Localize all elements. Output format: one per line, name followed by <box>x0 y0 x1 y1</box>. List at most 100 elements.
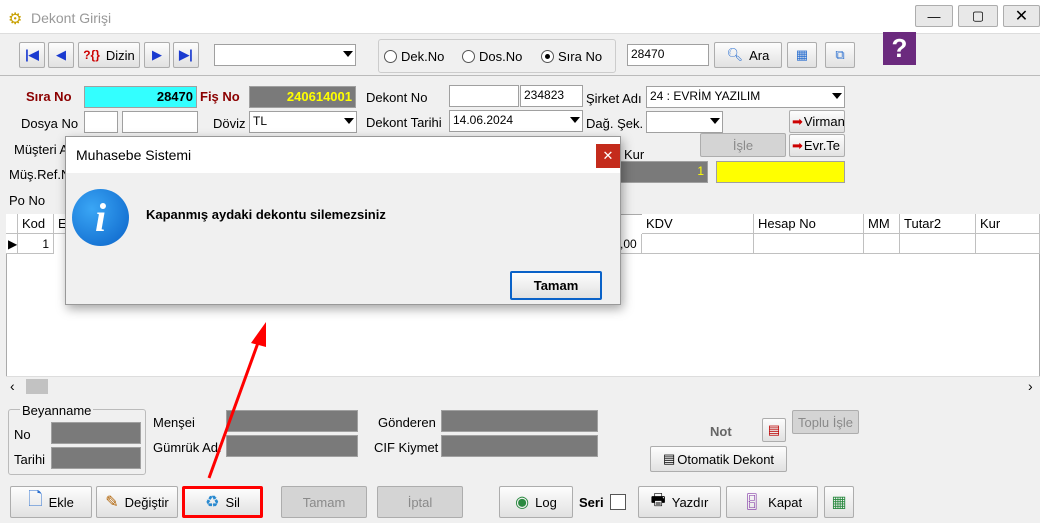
table-cell-kod[interactable]: 1 <box>18 234 54 254</box>
edit-icon: ✎ <box>105 494 119 511</box>
new-document-icon: 🗋 <box>28 489 43 509</box>
next-icon: ▶ <box>152 47 162 62</box>
beyanname-no-field[interactable] <box>51 422 141 444</box>
evr-button[interactable]: ➡ Evr.Te <box>789 134 845 157</box>
dekont-no-label: Dekont No <box>366 90 428 105</box>
kapat-button[interactable]: 🚪︎ Kapat <box>726 486 818 518</box>
scroll-left-icon[interactable]: ‹ <box>10 378 15 394</box>
seri-checkbox[interactable] <box>610 494 626 510</box>
ekle-button[interactable]: 🗋 Ekle <box>10 486 92 518</box>
isle-button[interactable]: İşle <box>700 133 786 157</box>
grid-header-kdv[interactable]: KDV <box>642 214 754 234</box>
close-window-button[interactable]: ✕ <box>1003 5 1040 27</box>
minimize-button[interactable]: — <box>915 5 953 27</box>
beyanname-tarihi-label: Tarihi <box>14 452 46 467</box>
table-cell-partial[interactable]: ,00 <box>620 234 642 254</box>
preview-button[interactable]: ▦ <box>787 42 817 68</box>
sirket-adi-label: Şirket Adı <box>586 91 642 106</box>
yazdir-button[interactable]: 🖶 Yazdır <box>638 486 721 518</box>
search-input[interactable]: 28470 <box>627 44 709 66</box>
otomatik-dekont-button[interactable]: ▤ Otomatik Dekont <box>650 446 787 472</box>
fis-no-label: Fiş No <box>200 89 240 104</box>
log-button[interactable]: ◉ Log <box>499 486 573 518</box>
beyanname-tarihi-field[interactable] <box>51 447 141 469</box>
horizontal-scrollbar[interactable]: ‹ › <box>6 376 1040 396</box>
dag-sek-label: Dağ. Şek. <box>586 116 644 131</box>
dizin-button[interactable]: ?{} Dizin <box>78 42 140 68</box>
radio-dosno[interactable]: Dos.No <box>462 49 522 64</box>
dialog-ok-button[interactable]: Tamam <box>510 271 602 300</box>
dag-sek-combo[interactable] <box>646 111 723 133</box>
radio-sirano[interactable]: Sıra No <box>541 49 602 64</box>
arrow-icon: ➡ <box>792 137 803 153</box>
iptal-button[interactable]: İptal <box>377 486 463 518</box>
door-icon: 🚪︎ <box>741 494 763 511</box>
prev-record-button[interactable]: ◀ <box>48 42 74 68</box>
mus-ref-label: Müş.Ref.N <box>9 167 71 182</box>
grid-header-hesap-no[interactable]: Hesap No <box>754 214 864 234</box>
info-icon: i <box>72 189 129 246</box>
printer-icon: 🖶 <box>650 491 666 509</box>
doviz-combo[interactable]: TL <box>249 111 357 133</box>
chevron-down-icon <box>832 93 842 99</box>
dialog-close-button[interactable]: ✕ <box>596 144 620 168</box>
last-icon: ▶| <box>179 47 193 62</box>
yellow-field[interactable] <box>716 161 845 183</box>
grid-header-kod[interactable]: Kod <box>18 214 54 234</box>
next-record-button[interactable]: ▶ <box>144 42 170 68</box>
gumruk-field[interactable] <box>226 435 358 457</box>
prev-icon: ◀ <box>56 47 66 62</box>
first-record-button[interactable]: |◀ <box>19 42 45 68</box>
kur-label: Kur <box>624 147 645 162</box>
cif-field[interactable] <box>441 435 598 457</box>
gonderen-field[interactable] <box>441 410 598 432</box>
dosya-no-field[interactable] <box>84 111 118 133</box>
document-icon: ▤ <box>662 451 676 466</box>
sira-no-label: Sıra No <box>26 89 72 104</box>
sirket-adi-combo[interactable]: 24 : EVRİM YAZILIM <box>646 86 845 108</box>
mensei-field[interactable] <box>226 410 358 432</box>
gonderen-label: Gönderen <box>378 415 436 430</box>
recycle-bin-icon: ♻ <box>205 494 220 511</box>
table-cell-tutar2[interactable] <box>900 234 976 254</box>
radio-dekno[interactable]: Dek.No <box>384 49 444 64</box>
dekont-no-field-2[interactable]: 234823 <box>520 85 583 107</box>
dekont-tarihi-field[interactable]: 14.06.2024 <box>449 110 583 132</box>
row-indicator: ▶ <box>6 234 18 254</box>
sil-button[interactable]: ♻ Sil <box>182 486 263 518</box>
last-record-button[interactable]: ▶| <box>173 42 199 68</box>
grid-header-kur[interactable]: Kur <box>976 214 1040 234</box>
tamam-button[interactable]: Tamam <box>281 486 367 518</box>
table-cell-hesap-no[interactable] <box>754 234 864 254</box>
copy-icon: ⧉ <box>835 47 845 62</box>
not-button[interactable]: ▤ <box>762 418 786 442</box>
fis-no-field[interactable]: 240614001 <box>249 86 356 108</box>
sira-no-field[interactable]: 28470 <box>84 86 197 108</box>
degistir-button[interactable]: ✎ Değiştir <box>96 486 178 518</box>
search-combo[interactable] <box>214 44 356 66</box>
virman-button[interactable]: ➡ Virman <box>789 110 845 133</box>
toolbar: |◀ ◀ ?{} Dizin ▶ ▶| Dek.No Dos.No Sıra No… <box>0 32 1040 76</box>
calculator-button[interactable]: ▦ <box>824 486 854 518</box>
table-cell-mm[interactable] <box>864 234 900 254</box>
message-dialog: Muhasebe Sistemi ✕ i Kapanmış aydaki dek… <box>65 136 621 305</box>
toplu-isle-button[interactable]: Toplu İşle <box>792 410 859 434</box>
table-cell-kdv[interactable] <box>642 234 754 254</box>
kur-field[interactable]: 1 <box>620 161 708 183</box>
dosya-no-field-2[interactable] <box>122 111 198 133</box>
ara-button[interactable]: 🔍︎ Ara <box>714 42 782 68</box>
chevron-down-icon <box>710 118 720 124</box>
dekont-no-field[interactable] <box>449 85 519 107</box>
scroll-thumb[interactable] <box>26 379 48 394</box>
grid-header-mm[interactable]: MM <box>864 214 900 234</box>
help-icon[interactable]: ? <box>883 32 916 65</box>
dialog-title: Muhasebe Sistemi <box>76 147 192 163</box>
doviz-label: Döviz <box>213 116 246 131</box>
grid-header-indicator <box>6 214 18 234</box>
table-cell-kur[interactable] <box>976 234 1040 254</box>
mensei-label: Menşei <box>153 415 195 430</box>
maximize-button[interactable]: ▢ <box>958 5 998 27</box>
grid-header-tutar2[interactable]: Tutar2 <box>900 214 976 234</box>
copy-button[interactable]: ⧉ <box>825 42 855 68</box>
scroll-right-icon[interactable]: › <box>1028 378 1033 394</box>
